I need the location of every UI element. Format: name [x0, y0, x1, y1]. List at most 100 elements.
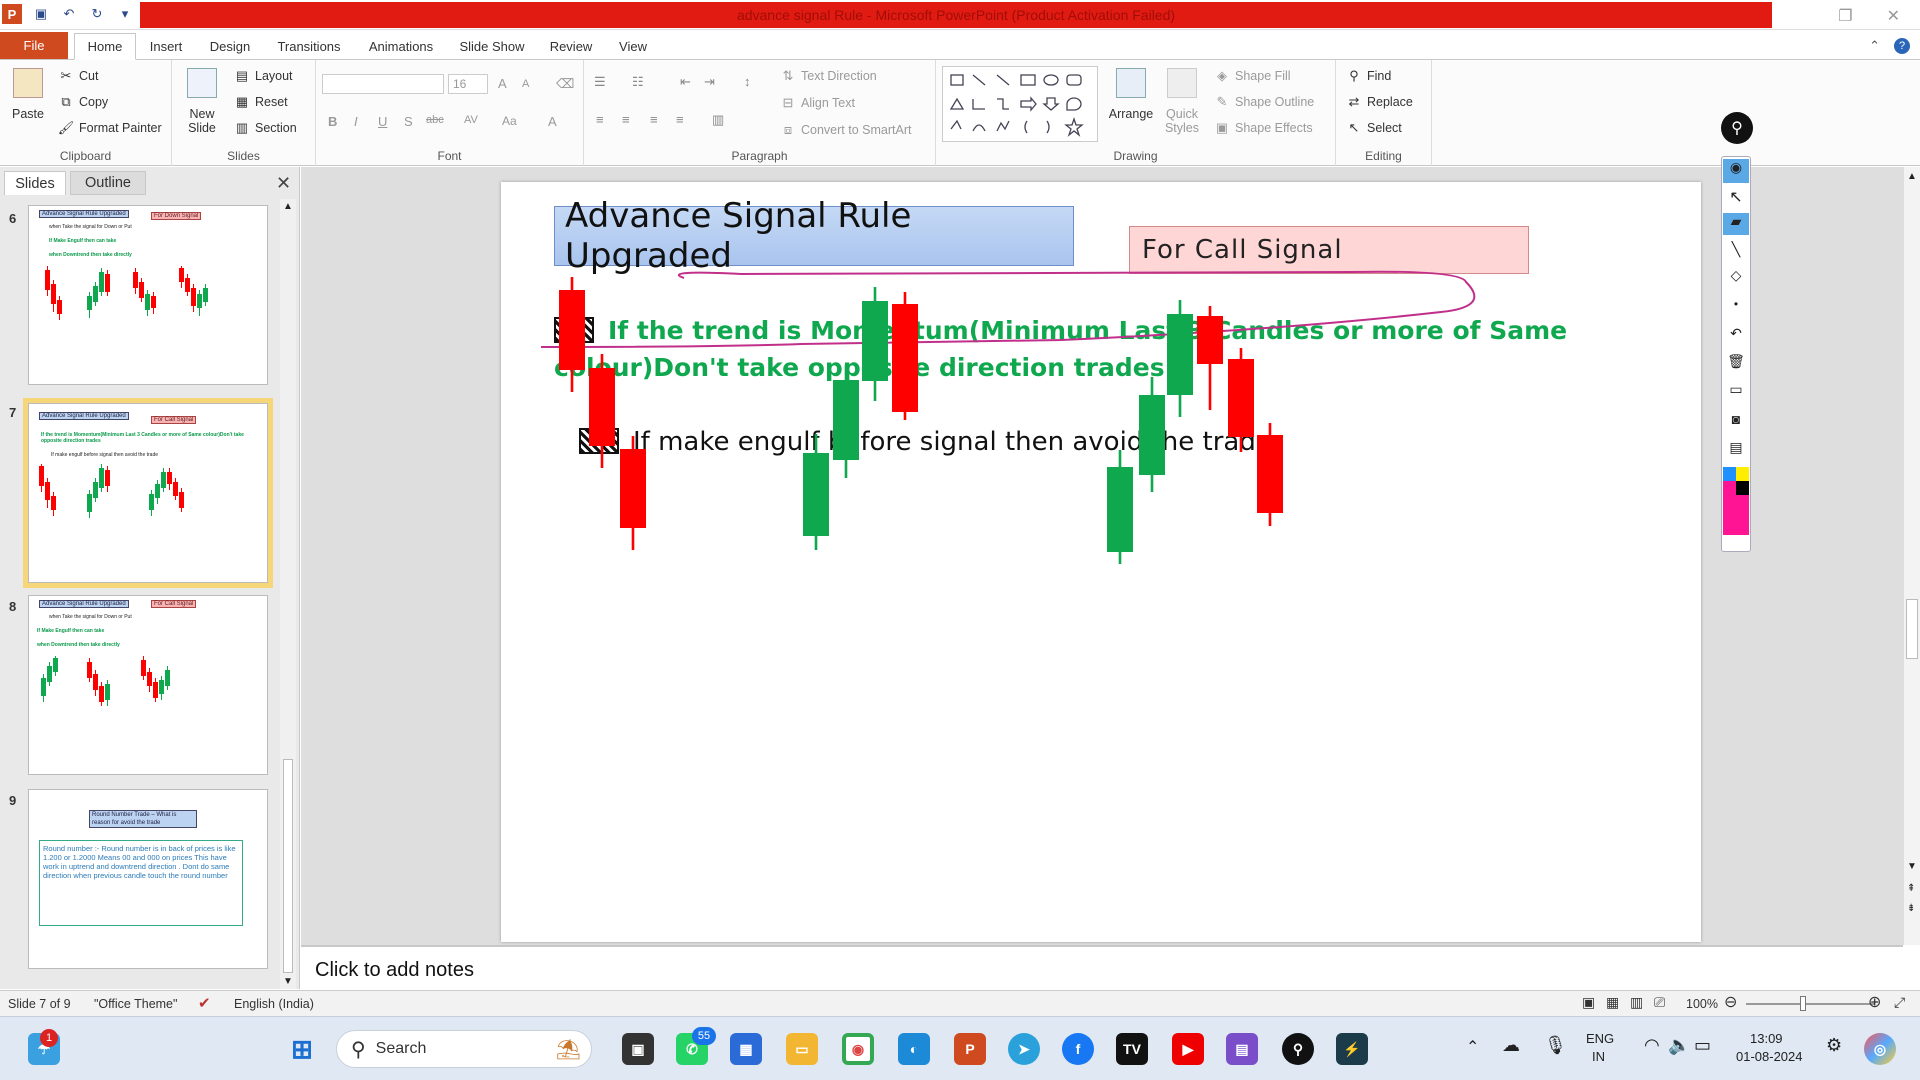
- slideshow-view-icon[interactable]: ⎚: [1654, 994, 1665, 1011]
- tab-slide-show[interactable]: Slide Show: [455, 33, 529, 60]
- microphone-icon[interactable]: 🎙: [1544, 1035, 1567, 1056]
- replace-button[interactable]: ⇄ Replace: [1346, 94, 1413, 110]
- slide-sorter-icon[interactable]: ▦: [1606, 994, 1619, 1011]
- text-direction-button[interactable]: ⇅ Text Direction: [780, 68, 877, 84]
- columns-icon[interactable]: ▥: [712, 112, 724, 128]
- clock-date[interactable]: 01-08-2024: [1736, 1049, 1803, 1064]
- italic-icon[interactable]: I: [354, 114, 358, 129]
- powerpoint-logo-icon[interactable]: P: [2, 4, 22, 24]
- cut-button[interactable]: ✂ Cut: [58, 68, 99, 84]
- shape-outline-button[interactable]: ✎ Shape Outline: [1214, 94, 1315, 110]
- youtube-icon[interactable]: ▶: [1172, 1033, 1204, 1065]
- color-pink-swatch[interactable]: [1723, 481, 1736, 495]
- previous-slide-icon[interactable]: ⇞: [1907, 883, 1915, 894]
- active-color-swatch[interactable]: [1723, 495, 1749, 535]
- edge-icon[interactable]: ◐: [898, 1033, 930, 1065]
- font-name-select[interactable]: [322, 74, 444, 94]
- section-button[interactable]: ▥ Section: [234, 120, 297, 136]
- battery-icon[interactable]: ▭: [1694, 1035, 1711, 1056]
- slide-thumbnail[interactable]: Advance Signal Rule Upgraded For Call Si…: [28, 595, 268, 775]
- zoom-in-icon[interactable]: ⊕: [1868, 992, 1881, 1012]
- tab-home[interactable]: Home: [74, 33, 136, 60]
- undo-icon[interactable]: ↶: [60, 5, 78, 23]
- line-spacing-icon[interactable]: ↕: [744, 74, 751, 89]
- justify-icon[interactable]: ≡: [676, 112, 684, 127]
- clock-time[interactable]: 13:09: [1750, 1031, 1783, 1046]
- shape-fill-button[interactable]: ◈ Shape Fill: [1214, 68, 1291, 84]
- taskbar-search[interactable]: ⚲ Search ⛱: [336, 1030, 592, 1068]
- notes-pane[interactable]: Click to add notes: [301, 945, 1903, 989]
- line-tool-icon[interactable]: ╲: [1723, 241, 1749, 263]
- input-language-secondary[interactable]: IN: [1592, 1049, 1605, 1064]
- slide-thumbnail-selected[interactable]: Advance Signal Rule Upgraded For Call Si…: [23, 398, 273, 588]
- collapse-ribbon-icon[interactable]: ⌃: [1869, 38, 1880, 54]
- bullets-icon[interactable]: ☰: [594, 74, 606, 90]
- spellcheck-icon[interactable]: ✔: [198, 994, 211, 1012]
- bold-icon[interactable]: B: [328, 114, 337, 129]
- normal-view-icon[interactable]: ▣: [1582, 994, 1595, 1011]
- slide-thumbnail[interactable]: Round Number Trade – What is reason for …: [28, 789, 268, 969]
- tab-outline-pane[interactable]: Outline: [70, 171, 146, 195]
- tab-insert[interactable]: Insert: [142, 33, 190, 60]
- redo-icon[interactable]: ↻: [88, 5, 106, 23]
- align-left-icon[interactable]: ≡: [596, 112, 604, 127]
- tab-file[interactable]: File: [0, 32, 68, 59]
- powerpoint-taskbar-icon[interactable]: P: [954, 1033, 986, 1065]
- reading-view-icon[interactable]: ▥: [1630, 994, 1643, 1011]
- whiteboard-icon[interactable]: ▭: [1723, 381, 1749, 403]
- restore-icon[interactable]: ❐: [1838, 6, 1852, 26]
- align-center-icon[interactable]: ≡: [622, 112, 630, 127]
- font-color-icon[interactable]: A: [548, 114, 557, 129]
- task-view-icon[interactable]: ▣: [622, 1033, 654, 1065]
- highlighter-icon[interactable]: ▰: [1723, 213, 1749, 235]
- reset-button[interactable]: ▦ Reset: [234, 94, 288, 110]
- scroll-up-icon[interactable]: ▲: [1907, 171, 1917, 182]
- fit-slide-icon[interactable]: ⤢: [1894, 994, 1905, 1011]
- tab-transitions[interactable]: Transitions: [272, 33, 346, 60]
- microsoft-store-icon[interactable]: ▦: [730, 1033, 762, 1065]
- arrow-cursor-icon[interactable]: ↖: [1723, 187, 1749, 209]
- tray-expand-icon[interactable]: ⌃: [1466, 1037, 1479, 1057]
- tradingview-icon[interactable]: TV: [1116, 1033, 1148, 1065]
- new-slide-button[interactable]: New Slide: [180, 68, 224, 135]
- color-blue-swatch[interactable]: [1723, 467, 1736, 481]
- slide-scrollbar[interactable]: ▲ ▼ ⇞ ⇟: [1903, 167, 1920, 945]
- tab-view[interactable]: View: [612, 33, 654, 60]
- pen-app-icon[interactable]: ⚲: [1721, 112, 1753, 144]
- next-slide-icon[interactable]: ⇟: [1907, 903, 1915, 914]
- help-icon[interactable]: ?: [1894, 38, 1910, 54]
- change-case-icon[interactable]: Aa: [502, 114, 517, 128]
- color-yellow-swatch[interactable]: [1736, 467, 1749, 481]
- grow-font-icon[interactable]: A: [498, 76, 507, 91]
- tab-animations[interactable]: Animations: [362, 33, 440, 60]
- scroll-down-icon[interactable]: ▼: [283, 976, 293, 987]
- clear-format-icon[interactable]: ⌫: [556, 76, 574, 92]
- decrease-indent-icon[interactable]: ⇤: [680, 74, 691, 90]
- layout-button[interactable]: ▤ Layout: [234, 68, 293, 84]
- convert-smartart-button[interactable]: ⧈ Convert to SmartArt: [780, 122, 912, 138]
- shrink-font-icon[interactable]: A: [522, 78, 529, 90]
- input-language-primary[interactable]: ENG: [1586, 1031, 1614, 1046]
- paste-button[interactable]: Paste: [8, 68, 48, 121]
- eraser-icon[interactable]: ◇: [1723, 267, 1749, 289]
- customize-qat-icon[interactable]: ▾: [116, 5, 134, 23]
- close-icon[interactable]: ✕: [1887, 6, 1900, 26]
- zoom-slider-thumb[interactable]: [1800, 996, 1806, 1011]
- shape-effects-button[interactable]: ▣ Shape Effects: [1214, 120, 1313, 136]
- file-explorer-icon[interactable]: ▭: [786, 1033, 818, 1065]
- tab-slides-pane[interactable]: Slides: [4, 171, 66, 195]
- scroll-down-icon[interactable]: ▼: [1907, 861, 1917, 872]
- align-right-icon[interactable]: ≡: [650, 112, 658, 127]
- zoom-slider[interactable]: [1746, 1003, 1874, 1005]
- zoom-out-icon[interactable]: ⊖: [1724, 992, 1737, 1012]
- tab-review[interactable]: Review: [545, 33, 597, 60]
- find-button[interactable]: ⚲ Find: [1346, 68, 1391, 84]
- font-size-select[interactable]: 16: [448, 74, 488, 94]
- increase-indent-icon[interactable]: ⇥: [704, 74, 715, 90]
- volume-icon[interactable]: 🔈: [1668, 1035, 1690, 1056]
- terminal-app-icon[interactable]: ⚡: [1336, 1033, 1368, 1065]
- camera-icon[interactable]: ◙: [1723, 411, 1749, 433]
- facebook-icon[interactable]: f: [1062, 1033, 1094, 1065]
- spacing-icon[interactable]: AV: [464, 114, 478, 126]
- chrome-icon[interactable]: ◉: [842, 1033, 874, 1065]
